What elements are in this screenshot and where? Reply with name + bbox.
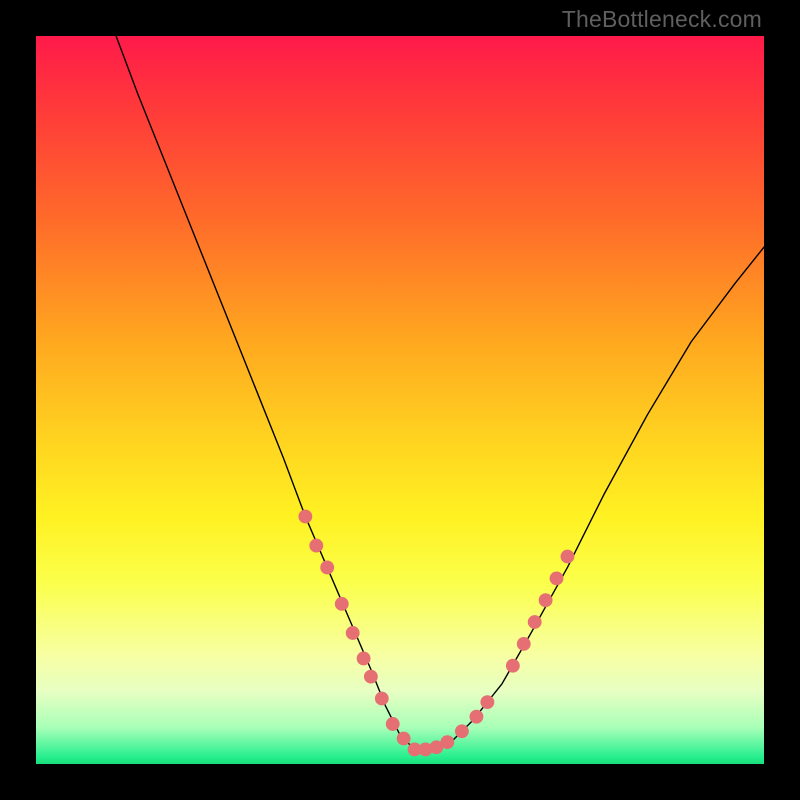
marker-dot [346, 626, 360, 640]
marker-dot [528, 615, 542, 629]
marker-dot [550, 571, 564, 585]
marker-dot [561, 550, 575, 564]
marker-dot [386, 717, 400, 731]
marker-dot [455, 724, 469, 738]
marker-dot [539, 593, 553, 607]
plot-area [36, 36, 764, 764]
marker-dot [298, 510, 312, 524]
marker-dot [364, 670, 378, 684]
marker-dot [506, 659, 520, 673]
marker-dot [397, 732, 411, 746]
marker-dot [309, 539, 323, 553]
chart-svg [36, 36, 764, 764]
marker-dot [335, 597, 349, 611]
marker-dot [357, 652, 371, 666]
watermark-text: TheBottleneck.com [562, 6, 762, 33]
marker-dot [480, 695, 494, 709]
bottleneck-curve [116, 36, 764, 749]
marker-dot [320, 561, 334, 575]
marker-dot [440, 735, 454, 749]
marker-dot [470, 710, 484, 724]
marker-dot [375, 692, 389, 706]
highlight-markers [298, 510, 574, 757]
chart-frame: TheBottleneck.com [0, 0, 800, 800]
marker-dot [517, 637, 531, 651]
